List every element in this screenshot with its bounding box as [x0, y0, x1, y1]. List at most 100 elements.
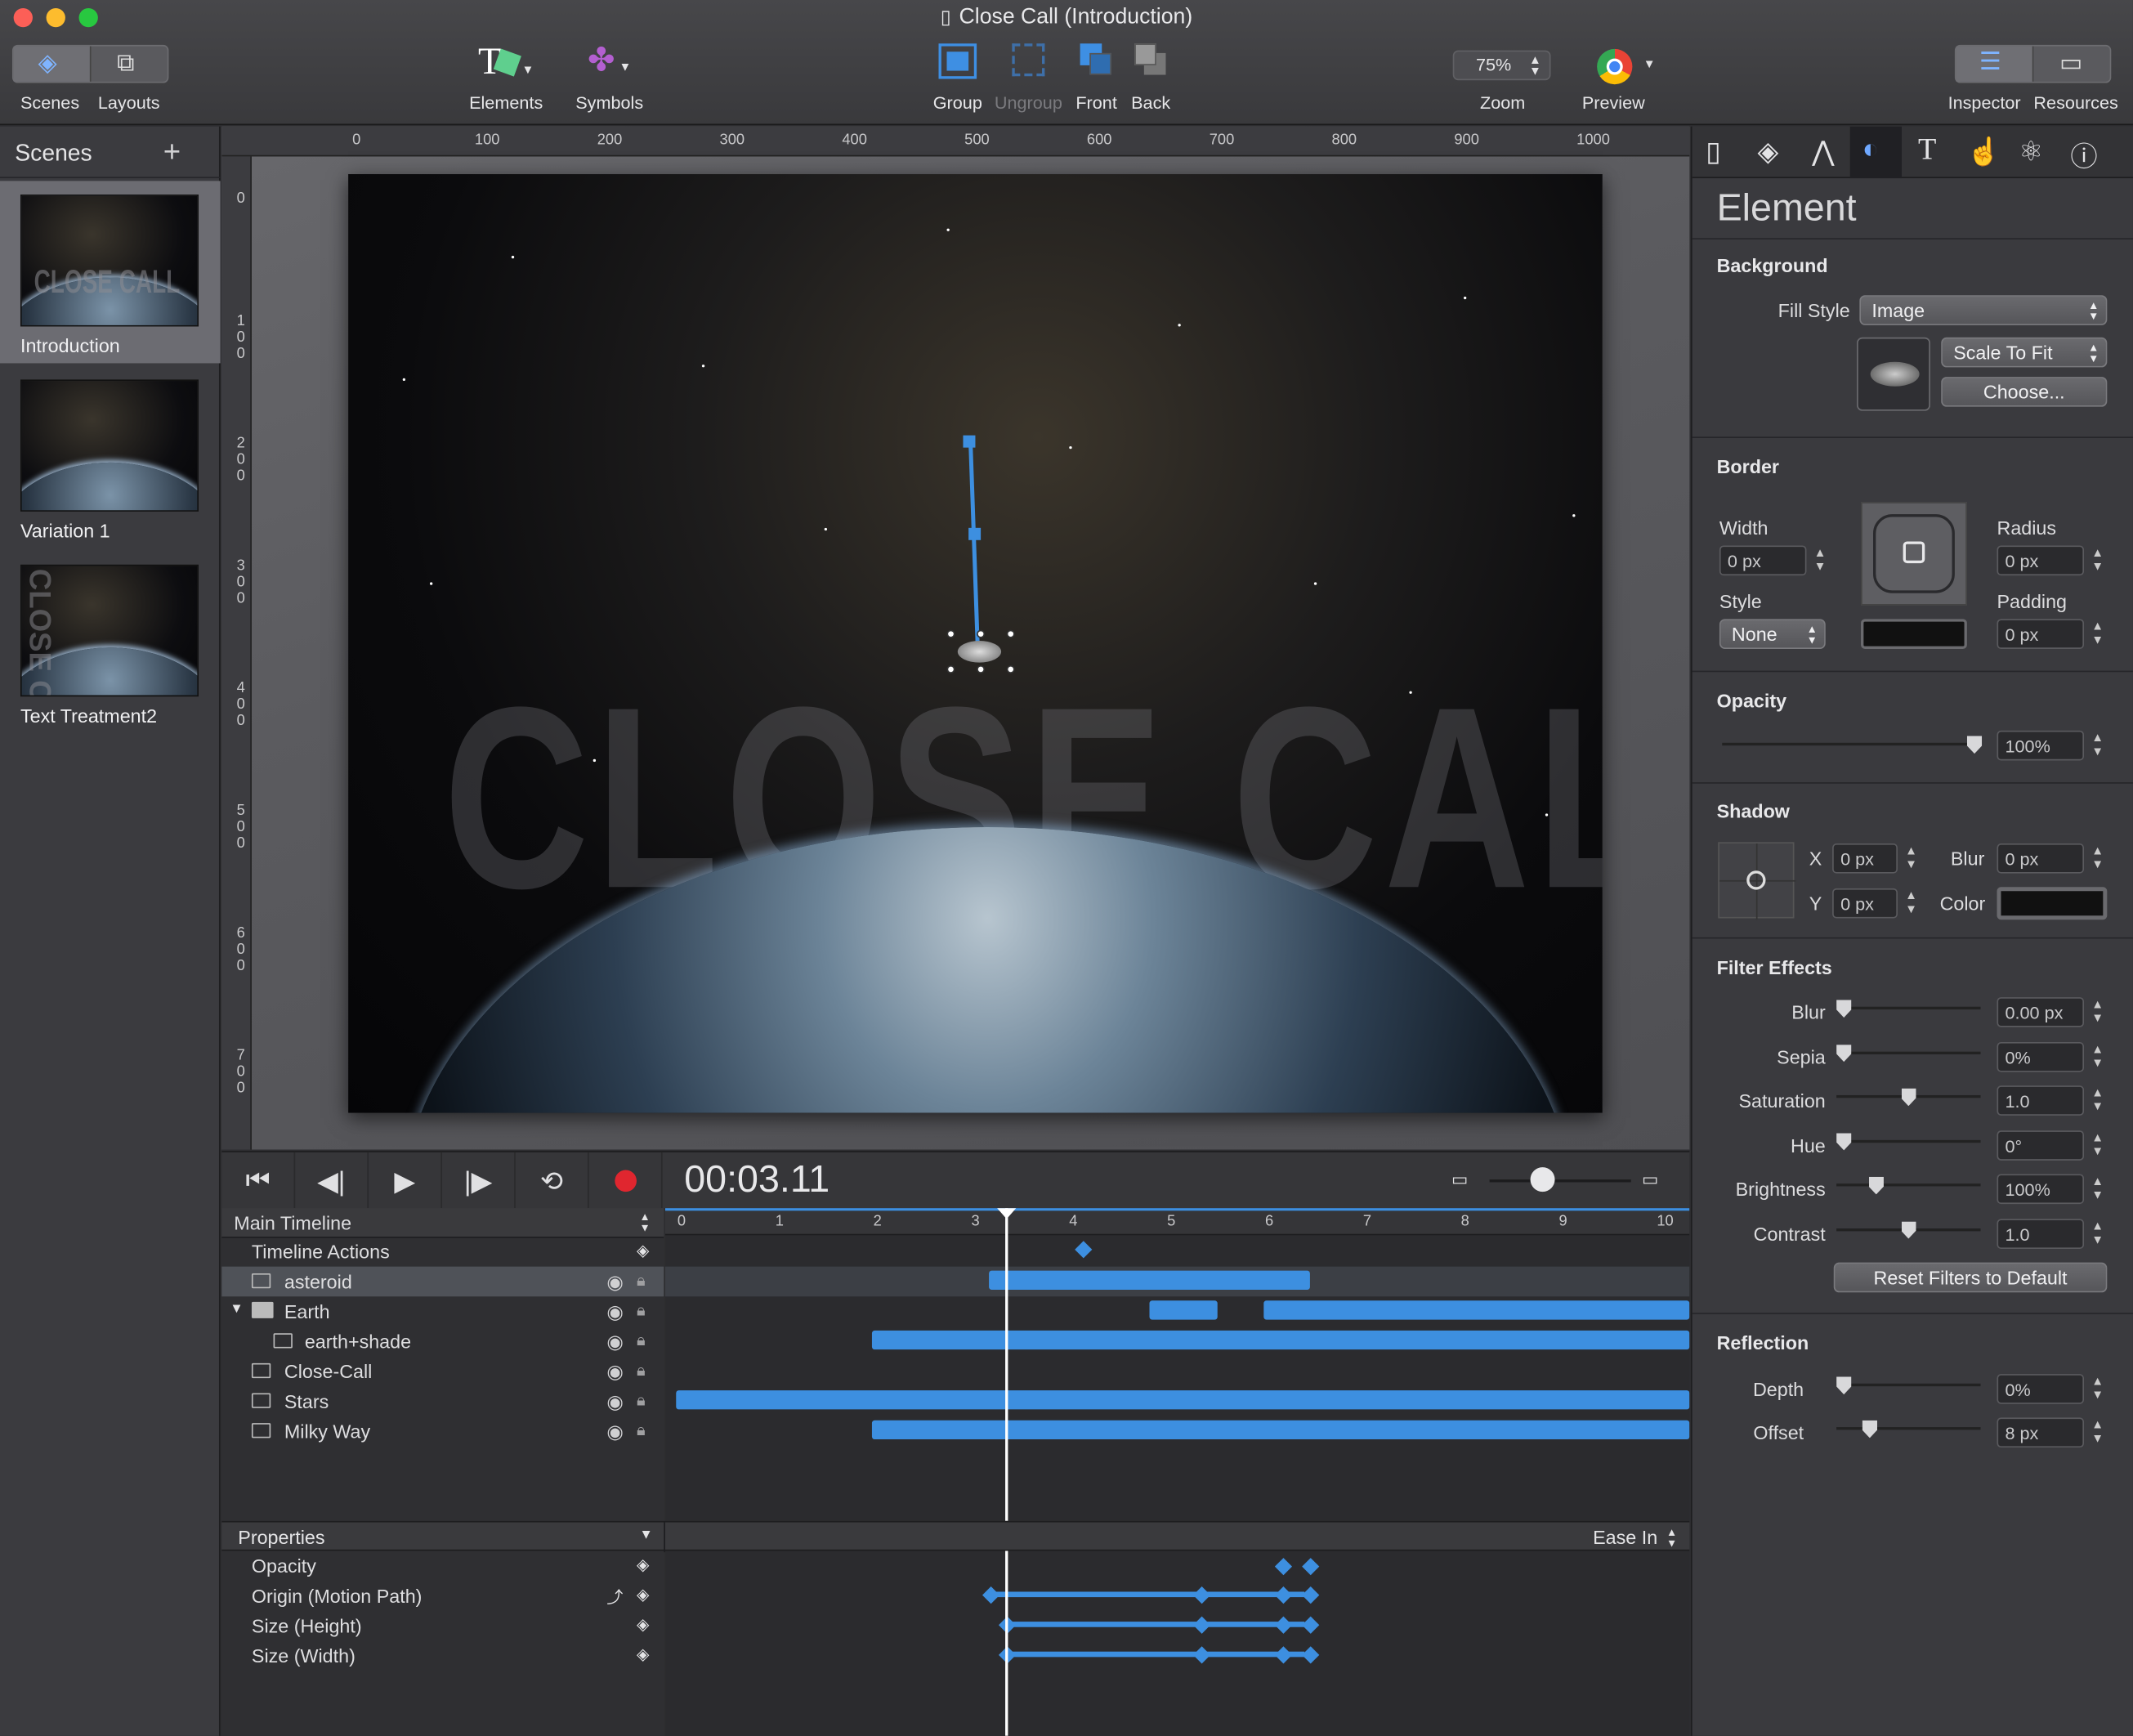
asteroid-element[interactable]	[946, 629, 1015, 673]
filter-value-field[interactable]: 0%	[1997, 1041, 2085, 1072]
keyframe-span[interactable]	[991, 1591, 1305, 1598]
resources-toggle[interactable]: ▭	[2035, 47, 2111, 82]
keyframe[interactable]	[1274, 1616, 1293, 1634]
inspector-toggle[interactable]: ☰	[1956, 46, 2034, 82]
lock-icon[interactable]: 🔒︎	[637, 1331, 646, 1351]
stepper-icon[interactable]: ▲ ▼	[2091, 1130, 2104, 1160]
stepper-icon[interactable]: ▲ ▼	[1904, 843, 1918, 874]
physics-tab-icon[interactable]: ⚛	[2019, 135, 2043, 169]
front-button[interactable]: Front	[1072, 41, 1121, 113]
canvas-area[interactable]: 0 100 200 300 400 500 600 700 800 900 10…	[221, 126, 1690, 1150]
shadow-color-well[interactable]	[1997, 887, 2108, 920]
keyframe[interactable]	[1274, 1558, 1293, 1576]
opacity-field[interactable]: 100%	[1997, 730, 2085, 761]
slider-thumb[interactable]	[1862, 1420, 1878, 1438]
action-keyframe[interactable]	[1075, 1241, 1093, 1259]
playhead[interactable]	[1005, 1550, 1008, 1736]
stepper-icon[interactable]: ▲ ▼	[2091, 1374, 2104, 1404]
lock-icon[interactable]: 🔒︎	[637, 1300, 646, 1321]
stepper-icon[interactable]: ▲ ▼	[2091, 619, 2104, 649]
stepper-icon[interactable]: ▲ ▼	[1813, 545, 1827, 575]
stepper-icon[interactable]: ▲ ▼	[2091, 1085, 2104, 1116]
eye-icon[interactable]: ◉	[606, 1300, 623, 1323]
reflection-depth-slider[interactable]	[1836, 1383, 1981, 1387]
playhead-handle[interactable]	[997, 1208, 1017, 1219]
hand-tab-icon[interactable]: ☝	[1967, 135, 2001, 169]
shadow-blur-field[interactable]: 0 px	[1997, 843, 2085, 874]
scene-item[interactable]: Variation 1	[0, 366, 221, 548]
previous-frame-button[interactable]: ◀|	[295, 1152, 369, 1210]
record-button[interactable]	[589, 1152, 663, 1210]
filter-value-field[interactable]: 1.0	[1997, 1218, 2085, 1249]
keyframe-span[interactable]	[1005, 1622, 1305, 1627]
reset-filters-button[interactable]: Reset Filters to Default	[1833, 1262, 2108, 1293]
add-keyframe-icon[interactable]: ◈	[637, 1615, 649, 1634]
border-side-picker[interactable]	[1861, 502, 1967, 606]
add-keyframe-icon[interactable]: ◈	[637, 1241, 649, 1259]
timeline-tracks[interactable]: 0 1 2 3 4 5 6 7 8 9 10	[664, 1208, 1690, 1521]
layer-row-earth[interactable]: ▼ Earth ◉ 🔒︎	[221, 1296, 664, 1327]
slider-thumb[interactable]	[1901, 1220, 1916, 1239]
timeline-actions-row[interactable]: Timeline Actions ◈	[221, 1237, 664, 1267]
filter-value-field[interactable]: 100%	[1997, 1174, 2085, 1205]
keyframe[interactable]	[1302, 1586, 1320, 1604]
keyframe[interactable]	[1192, 1586, 1211, 1604]
property-row[interactable]: Size (Width) ◈	[221, 1640, 664, 1671]
stepper-icon[interactable]: ▲ ▼	[1904, 888, 1918, 919]
properties-header[interactable]: Properties ▼ Ease In ▲ ▼	[221, 1520, 1690, 1553]
layer-row-stars[interactable]: Stars ◉ 🔒︎	[221, 1386, 664, 1416]
filter-slider[interactable]	[1836, 1139, 1981, 1143]
reflection-depth-field[interactable]: 0%	[1997, 1374, 2085, 1404]
lock-icon[interactable]: 🔒︎	[637, 1421, 646, 1441]
property-row[interactable]: Size (Height) ◈	[221, 1611, 664, 1641]
pen-tab-icon[interactable]: ⋀	[1812, 135, 1834, 169]
elements-button[interactable]: T ▼ Elements	[463, 41, 550, 113]
earth-shade-track-bar[interactable]	[871, 1330, 1690, 1350]
ungroup-button[interactable]: Ungroup	[995, 41, 1062, 113]
lock-icon[interactable]: 🔒︎	[637, 1271, 646, 1291]
eye-icon[interactable]: ◉	[606, 1421, 623, 1443]
slider-thumb[interactable]	[1836, 1132, 1852, 1151]
preview-button[interactable]: ▼	[1594, 47, 1666, 87]
keyframe[interactable]	[982, 1586, 1000, 1604]
add-keyframe-icon[interactable]: ◈	[637, 1555, 649, 1574]
lock-icon[interactable]: 🔒︎	[637, 1361, 646, 1381]
playhead[interactable]	[1005, 1208, 1008, 1521]
eye-icon[interactable]: ◉	[606, 1271, 623, 1294]
property-tracks[interactable]	[664, 1550, 1690, 1736]
stepper-icon[interactable]: ▲ ▼	[2091, 1417, 2104, 1447]
slider-thumb[interactable]	[1836, 1000, 1852, 1018]
eye-icon[interactable]: ◉	[606, 1361, 623, 1384]
add-keyframe-icon[interactable]: ◈	[637, 1644, 649, 1663]
shadow-offset-pad[interactable]	[1718, 842, 1796, 920]
next-frame-button[interactable]: |▶	[442, 1152, 516, 1210]
fill-style-select[interactable]: Image ▲ ▼	[1859, 295, 2108, 325]
element-tab-icon[interactable]: ◐	[1849, 126, 1902, 179]
stars-track-bar[interactable]	[676, 1390, 1690, 1410]
path-handle[interactable]	[968, 527, 982, 540]
zoom-select[interactable]: 75% ▲ ▼	[1452, 50, 1551, 81]
padding-field[interactable]: 0 px	[1997, 619, 2085, 649]
disclosure-triangle-icon[interactable]: ▼	[230, 1302, 243, 1317]
stepper-icon[interactable]: ▲ ▼	[2091, 1219, 2104, 1249]
add-keyframe-icon[interactable]: ◈	[637, 1585, 649, 1604]
add-scene-button[interactable]: +	[163, 135, 181, 170]
eye-icon[interactable]: ◉	[606, 1331, 623, 1353]
timeline-zoom-slider[interactable]	[1489, 1179, 1631, 1183]
layer-row-close-call[interactable]: Close-Call ◉ 🔒︎	[221, 1357, 664, 1387]
motion-path-icon[interactable]: ⤴	[606, 1585, 623, 1608]
back-button[interactable]: Back	[1126, 41, 1175, 113]
layers-tab-icon[interactable]: ◈	[1758, 135, 1779, 169]
chevron-down-icon[interactable]: ▼	[639, 1528, 652, 1542]
symbols-button[interactable]: ✤ ▼ Symbols	[571, 41, 647, 114]
layer-row-milky-way[interactable]: Milky Way ◉ 🔒︎	[221, 1416, 664, 1447]
text-tab-icon[interactable]: T	[1918, 132, 1936, 167]
choose-image-button[interactable]: Choose...	[1941, 377, 2108, 407]
go-to-start-button[interactable]: ⏮	[221, 1152, 296, 1210]
border-style-select[interactable]: None ▲ ▼	[1719, 619, 1826, 649]
lock-icon[interactable]: 🔒︎	[637, 1390, 646, 1411]
opacity-slider[interactable]	[1722, 742, 1975, 746]
layer-row-asteroid[interactable]: asteroid ◉ 🔒︎	[221, 1266, 664, 1297]
scene-stage[interactable]: CLOSE CALL	[348, 174, 1603, 1113]
milky-way-track-bar[interactable]	[871, 1420, 1690, 1440]
